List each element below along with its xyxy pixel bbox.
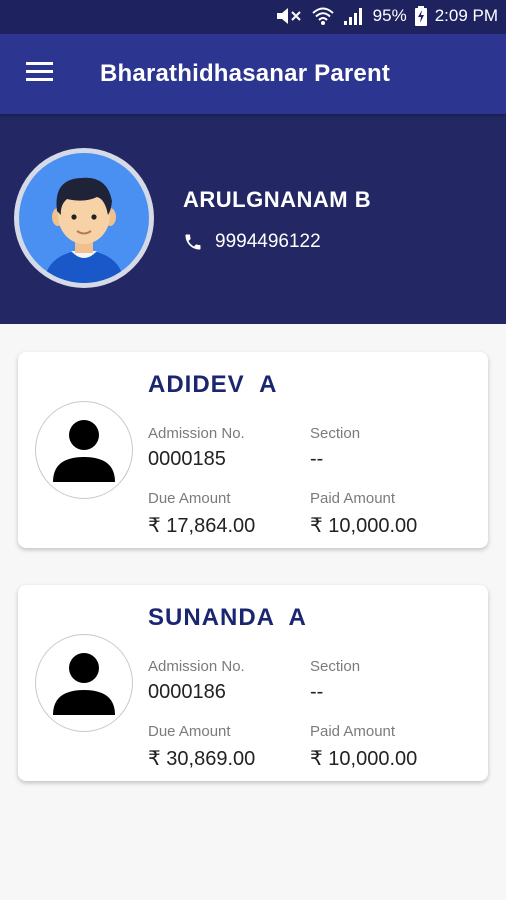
person-icon: [53, 653, 115, 715]
phone-icon: [185, 234, 201, 250]
student-card[interactable]: SUNANDA A Admission No. 0000186 Section …: [18, 585, 488, 781]
wifi-icon: [311, 7, 334, 25]
status-icons: 95% 2:09 PM: [275, 6, 498, 26]
parent-profile-header: ARULGNANAM B 9994496122: [0, 114, 506, 324]
parent-avatar: [14, 148, 154, 288]
section-value: --: [310, 681, 324, 703]
battery-charging-icon: [414, 6, 427, 26]
due-amount-label: Due Amount: [148, 490, 231, 507]
hamburger-icon: [26, 62, 53, 65]
student-avatar: [35, 634, 133, 732]
boy-avatar-icon: [44, 177, 124, 283]
due-amount-field: Due Amount ₹ 17,864.00: [148, 490, 255, 538]
signal-icon: [343, 8, 362, 25]
student-card[interactable]: ADIDEV A Admission No. 0000185 Section -…: [18, 352, 488, 548]
section-field: Section --: [310, 425, 360, 471]
student-name: SUNANDA A: [148, 604, 307, 631]
paid-amount-value: ₹ 10,000.00: [310, 515, 418, 537]
parent-phone-number: 9994496122: [215, 231, 321, 252]
section-field: Section --: [310, 658, 360, 704]
section-label: Section: [310, 658, 361, 675]
due-amount-label: Due Amount: [148, 723, 231, 740]
clock: 2:09 PM: [434, 6, 498, 25]
battery-percent: 95%: [372, 6, 407, 25]
paid-amount-label: Paid Amount: [310, 723, 396, 740]
due-amount-field: Due Amount ₹ 30,869.00: [148, 723, 255, 771]
admission-label: Admission No.: [148, 425, 245, 442]
admission-value: 0000186: [148, 681, 226, 703]
menu-button[interactable]: [26, 62, 54, 84]
student-name: ADIDEV A: [148, 371, 278, 398]
due-amount-value: ₹ 17,864.00: [148, 515, 256, 537]
parent-phone-row: 9994496122: [183, 231, 321, 253]
app-title: Bharathidhasanar Parent: [100, 60, 391, 87]
paid-amount-field: Paid Amount ₹ 10,000.00: [310, 490, 417, 538]
status-bar: 95% 2:09 PM: [0, 0, 506, 34]
due-amount-value: ₹ 30,869.00: [148, 748, 256, 770]
admission-field: Admission No. 0000185: [148, 425, 245, 471]
admission-field: Admission No. 0000186: [148, 658, 245, 704]
section-value: --: [310, 448, 324, 470]
admission-value: 0000185: [148, 448, 226, 470]
paid-amount-field: Paid Amount ₹ 10,000.00: [310, 723, 417, 771]
admission-label: Admission No.: [148, 658, 245, 675]
section-label: Section: [310, 425, 361, 442]
person-icon: [53, 420, 115, 482]
app-bar: Bharathidhasanar Parent: [0, 34, 506, 114]
paid-amount-label: Paid Amount: [310, 490, 396, 507]
parent-name: ARULGNANAM B: [183, 187, 372, 212]
mute-icon: [276, 8, 301, 24]
student-avatar: [35, 401, 133, 499]
paid-amount-value: ₹ 10,000.00: [310, 748, 418, 770]
